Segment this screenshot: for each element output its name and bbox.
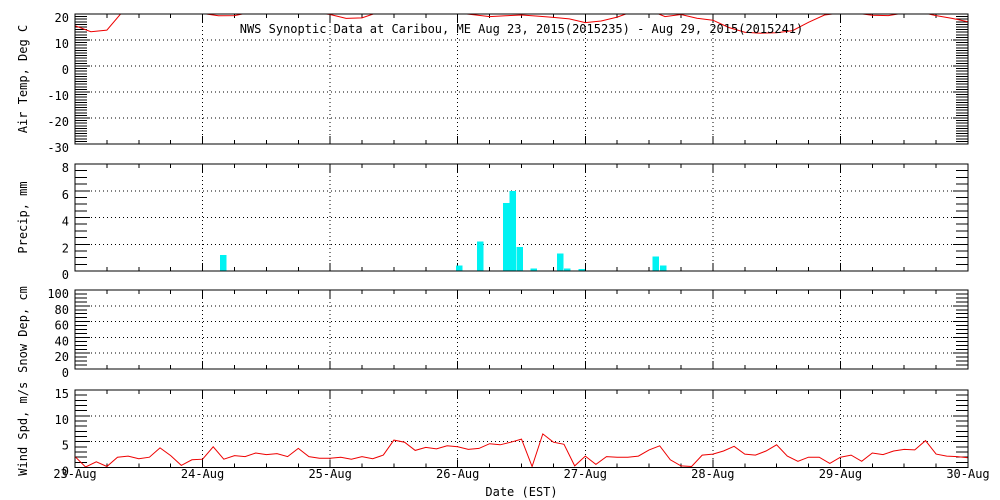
y-tick-label: 4 [62,215,69,229]
precip-bar [219,254,227,271]
precip-bars [219,190,667,271]
x-tick-label: 27-Aug [564,467,607,481]
panel-snow-depth: 0 20 4060 80 100 Snow Dep, cm [16,286,969,380]
precip-bar [455,265,463,271]
precip-bar [516,246,523,271]
x-tick-label: 26-Aug [436,467,479,481]
y-axis-label-air-temp: Air Temp, Deg C [16,25,30,133]
x-tick-label: 25-Aug [308,467,351,481]
y-axis-label-snow-depth: Snow Dep, cm [16,286,30,373]
y-tick-label: 80 [55,303,69,317]
wind-speed-line [75,433,968,468]
y-tick-label: 10 [55,37,69,51]
y-tick-label: 0 [62,63,69,77]
y-tick-label: 5 [62,439,69,453]
y-axis-label-wind-speed: Wind Spd, m/s [16,382,30,476]
y-tick-label: 20 [55,11,69,25]
x-tick-label: 29-Aug [819,467,862,481]
precip-bar [509,190,516,271]
y-tick-label: 20 [55,350,69,364]
tick-marks [74,389,969,468]
y-tick-label: -10 [47,89,69,103]
y-tick-label: 10 [55,413,69,427]
y-tick-label: 8 [62,161,69,175]
x-tick-label: 23-Aug [53,467,96,481]
precip-bar [659,265,667,271]
y-tick-label: 40 [55,334,69,348]
precip-bar [476,241,484,271]
y-tick-label: 100 [47,287,69,301]
panel-wind-speed: 051015Wind Spd, m/s [16,382,969,479]
precip-bar [557,253,564,271]
y-axis-label-precip: Precip, mm [16,181,30,253]
x-tick-label: 30-Aug [946,467,989,481]
panel-frame [74,289,969,370]
synoptic-chart: -30 -20 -10 0 10 20 Air Temp, Deg C 0 2 4 6 8 Precip… [16,11,990,499]
y-tick-label: 0 [62,268,69,282]
chart-title: NWS Synoptic Data at Caribou, ME Aug 23,… [240,22,804,36]
tick-marks [74,289,969,370]
y-tick-label: 60 [55,319,69,333]
precip-bar [652,256,659,271]
y-tick-label: 2 [62,241,69,255]
x-axis-label: Date (EST) [485,485,557,499]
synoptic-chart-figure: -30 -20 -10 0 10 20 Air Temp, Deg C 0 2 4 6 8 Precip… [0,0,1000,500]
y-tick-label: 15 [55,387,69,401]
y-tick-label: 0 [62,366,69,380]
y-tick-label: 6 [62,188,69,202]
panel-frame [74,389,969,468]
x-tick-label: 28-Aug [691,467,734,481]
y-tick-label: -20 [47,115,69,129]
x-tick-label: 24-Aug [181,467,224,481]
panel-precip: 0 2 4 6 8 Precip, mm [16,161,969,282]
y-tick-label: -30 [47,141,69,155]
precip-bar [503,202,510,271]
